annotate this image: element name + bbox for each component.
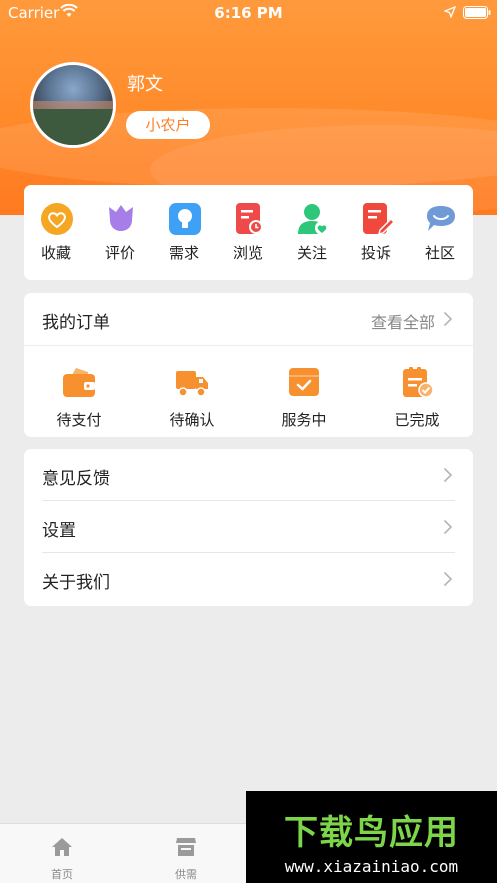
avatar-horizon	[33, 101, 113, 109]
menu-item-label: 设置	[42, 521, 76, 541]
clipboard-check-icon	[403, 367, 434, 398]
user-name: 郭文	[127, 74, 163, 95]
avatar[interactable]	[30, 62, 116, 148]
chevron-right-icon[interactable]	[443, 311, 453, 327]
quick-item-label: 社区	[424, 244, 455, 262]
quick-item-follow[interactable]: 关注	[280, 185, 344, 280]
chevron-right-icon	[443, 571, 453, 587]
store-icon	[176, 838, 196, 856]
view-all-orders-link[interactable]: 查看全部	[371, 309, 435, 333]
order-status-in-service[interactable]: 服务中	[254, 346, 354, 436]
settings-menu-card: 意见反馈 设置 关于我们	[24, 449, 473, 606]
quick-item-complaint[interactable]: 投诉	[344, 185, 408, 280]
tab-label: 首页	[51, 868, 73, 881]
quick-item-label: 浏览	[232, 244, 263, 262]
status-time: 6:16 PM	[214, 4, 283, 22]
user-heart-icon	[298, 204, 329, 235]
role-badge: 小农户	[126, 111, 210, 139]
quick-menu-card: 收藏 评价 需求 浏览 关注 投诉 社区	[24, 185, 473, 280]
order-status-completed[interactable]: 已完成	[367, 346, 467, 436]
wallet-icon	[63, 368, 95, 397]
battery-icon	[463, 6, 491, 19]
heart-icon	[41, 203, 73, 235]
status-bar: Carrier 6:16 PM	[0, 0, 497, 26]
quick-item-label: 收藏	[40, 244, 71, 262]
quick-item-label: 投诉	[360, 244, 391, 262]
chevron-right-icon	[443, 467, 453, 483]
order-status-label: 待支付	[56, 411, 102, 429]
quick-item-label: 需求	[168, 244, 199, 262]
avatar-ground	[33, 109, 113, 145]
tab-home[interactable]: 首页	[17, 824, 107, 883]
quick-item-demand[interactable]: 需求	[152, 185, 216, 280]
quick-item-label: 评价	[104, 244, 135, 262]
watermark-overlay: 下载鸟应用 www.xiazainiao.com	[246, 791, 497, 883]
edit-doc-icon	[363, 203, 394, 236]
order-status-label: 待确认	[169, 411, 215, 429]
order-status-label: 已完成	[394, 411, 440, 429]
menu-item-label: 关于我们	[42, 573, 110, 593]
quick-item-history[interactable]: 浏览	[216, 185, 280, 280]
quick-item-label: 关注	[296, 244, 327, 262]
flower-icon	[109, 205, 133, 231]
watermark-url: www.xiazainiao.com	[284, 857, 459, 876]
lightbulb-icon	[169, 203, 201, 235]
watermark-title: 下载鸟应用	[284, 813, 459, 853]
location-arrow-icon	[444, 6, 456, 18]
order-status-pending-confirm[interactable]: 待确认	[142, 346, 242, 436]
orders-card: 我的订单 查看全部 待支付 待确认 服务中 已完成	[24, 293, 473, 437]
quick-item-favorites[interactable]: 收藏	[24, 185, 88, 280]
orders-title: 我的订单	[42, 313, 110, 333]
tab-label: 供需	[175, 868, 197, 881]
quick-item-reviews[interactable]: 评价	[88, 185, 152, 280]
menu-item-feedback[interactable]: 意见反馈	[24, 449, 473, 501]
chat-bubble-icon	[427, 206, 455, 231]
tab-supply-demand[interactable]: 供需	[141, 824, 231, 883]
box-check-icon	[289, 368, 319, 396]
order-status-label: 服务中	[281, 411, 327, 429]
menu-item-settings[interactable]: 设置	[24, 501, 473, 553]
menu-item-label: 意见反馈	[42, 469, 110, 489]
chevron-right-icon	[443, 519, 453, 535]
history-doc-icon	[236, 203, 263, 234]
quick-item-community[interactable]: 社区	[408, 185, 472, 280]
menu-item-about[interactable]: 关于我们	[24, 553, 473, 605]
home-icon	[52, 838, 72, 856]
truck-icon	[176, 371, 208, 397]
order-status-pending-payment[interactable]: 待支付	[29, 346, 129, 436]
